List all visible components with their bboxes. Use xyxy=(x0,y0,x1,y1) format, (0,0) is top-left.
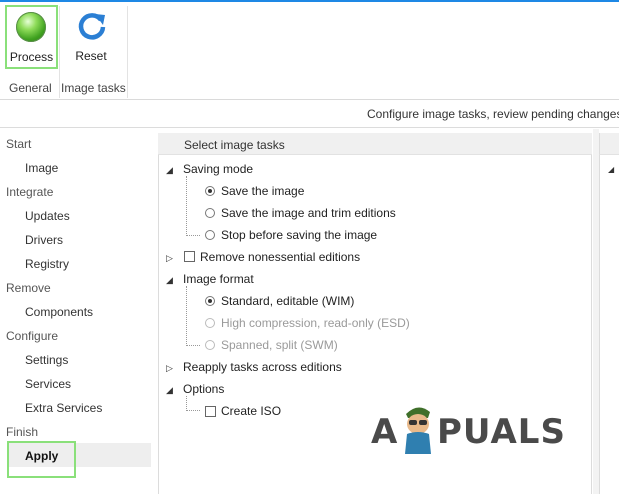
status-text: Configure image tasks, review pending ch… xyxy=(367,107,619,121)
nav-category-finish[interactable]: Finish xyxy=(6,425,38,439)
appuals-watermark: A PUALS xyxy=(371,400,581,456)
process-button[interactable]: Process xyxy=(5,5,58,69)
reset-button-label: Reset xyxy=(75,49,107,63)
ribbon-group-divider xyxy=(59,6,60,98)
label-spanned-swm[interactable]: Spanned, split (SWM) xyxy=(221,338,338,352)
group-reapply: Reapply tasks across editions xyxy=(183,360,342,374)
side-panel-header xyxy=(599,133,619,155)
ribbon: Process Reset General Image tasks xyxy=(0,2,619,100)
nav-category-start[interactable]: Start xyxy=(6,137,31,151)
label-remove-nonessential[interactable]: Remove nonessential editions xyxy=(200,250,360,264)
ribbon-group-divider xyxy=(127,6,128,98)
nav-item-drivers[interactable]: Drivers xyxy=(25,233,63,247)
radio-save-image[interactable] xyxy=(205,186,215,196)
checkbox-create-iso[interactable] xyxy=(205,406,216,417)
watermark-letter-a: A xyxy=(371,412,399,452)
group-options: Options xyxy=(183,382,225,396)
reset-button[interactable]: Reset xyxy=(66,6,116,68)
group-label-general: General xyxy=(9,81,52,95)
nav-item-extra-services[interactable]: Extra Services xyxy=(25,401,102,415)
nav-item-image[interactable]: Image xyxy=(25,161,58,175)
nav-category-remove[interactable]: Remove xyxy=(6,281,51,295)
side-panel xyxy=(599,133,619,494)
process-button-label: Process xyxy=(9,50,54,64)
radio-standard-wim[interactable] xyxy=(205,296,215,306)
radio-save-trim[interactable] xyxy=(205,208,215,218)
nav-item-services[interactable]: Services xyxy=(25,377,71,391)
expanded-triangle-icon[interactable]: ◢ xyxy=(166,275,173,285)
radio-high-esd[interactable] xyxy=(205,318,215,328)
label-high-esd[interactable]: High compression, read-only (ESD) xyxy=(221,316,410,330)
checkbox-remove-nonessential[interactable] xyxy=(184,251,195,262)
nav-item-registry[interactable]: Registry xyxy=(25,257,69,271)
nav-item-components[interactable]: Components xyxy=(25,305,93,319)
radio-spanned-swm[interactable] xyxy=(205,340,215,350)
expanded-triangle-icon[interactable]: ◢ xyxy=(166,385,173,395)
collapsed-triangle-icon[interactable]: ▷ xyxy=(166,253,173,263)
nav-item-settings[interactable]: Settings xyxy=(25,353,68,367)
watermark-text: PUALS xyxy=(437,412,566,452)
label-save-image[interactable]: Save the image xyxy=(221,184,304,198)
nav-item-apply[interactable]: Apply xyxy=(25,449,58,463)
refresh-icon xyxy=(78,13,106,40)
radio-stop-before[interactable] xyxy=(205,230,215,240)
collapsed-triangle-icon[interactable]: ▷ xyxy=(166,363,173,373)
panel-header: Select image tasks xyxy=(158,133,592,155)
label-create-iso[interactable]: Create ISO xyxy=(221,404,281,418)
collapse-triangle-icon[interactable]: ◢ xyxy=(608,165,614,174)
panel-header-title: Select image tasks xyxy=(184,138,285,152)
nav-category-configure[interactable]: Configure xyxy=(6,329,58,343)
label-save-trim[interactable]: Save the image and trim editions xyxy=(221,206,396,220)
label-stop-before[interactable]: Stop before saving the image xyxy=(221,228,377,242)
tree-connector xyxy=(186,396,200,411)
mascot-icon xyxy=(405,407,431,454)
group-label-image-tasks: Image tasks xyxy=(61,81,126,95)
group-image-format: Image format xyxy=(183,272,254,286)
label-standard-wim[interactable]: Standard, editable (WIM) xyxy=(221,294,354,308)
process-orb-icon xyxy=(16,12,46,42)
nav-category-integrate[interactable]: Integrate xyxy=(6,185,53,199)
nav-item-updates[interactable]: Updates xyxy=(25,209,70,223)
tree-connector xyxy=(186,286,200,346)
tree-connector xyxy=(186,176,200,236)
status-bar: Configure image tasks, review pending ch… xyxy=(0,100,619,128)
group-saving-mode: Saving mode xyxy=(183,162,254,176)
expanded-triangle-icon[interactable]: ◢ xyxy=(166,165,173,175)
